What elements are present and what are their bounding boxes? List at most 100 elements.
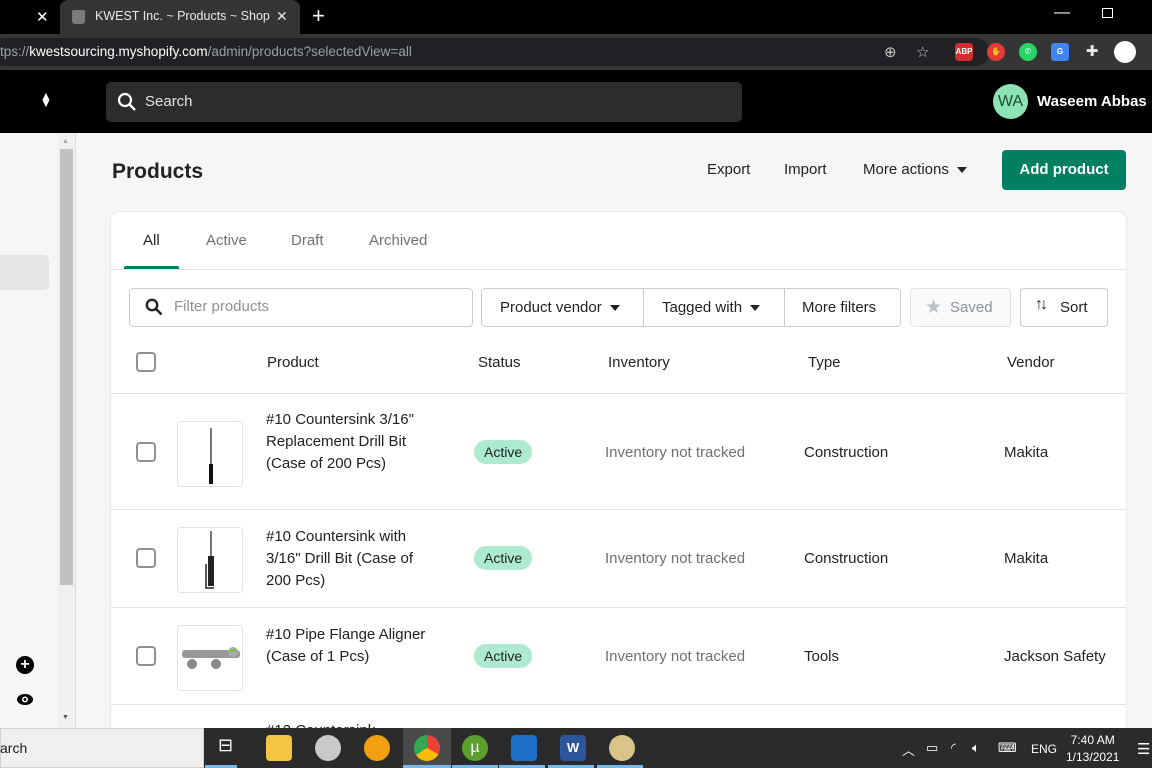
drill-bit-image-icon	[209, 428, 213, 484]
product-name-partial[interactable]: #12 Countersink	[266, 720, 375, 728]
zoom-icon[interactable]: ⊕	[884, 43, 897, 61]
product-name[interactable]: #10 Pipe Flange Aligner (Case of 1 Pcs)	[266, 624, 426, 668]
photos-icon[interactable]	[511, 735, 537, 761]
tabs-divider	[111, 269, 1126, 270]
inventory-value: Inventory not tracked	[605, 550, 746, 567]
chrome-icon[interactable]	[414, 735, 440, 761]
sort-label: Sort	[1060, 299, 1088, 316]
row-divider	[111, 509, 1126, 510]
close-icon[interactable]: ✕	[36, 8, 49, 26]
sidebar-item-products[interactable]	[0, 255, 49, 290]
close-tab-icon[interactable]: ✕	[276, 8, 288, 25]
row-checkbox[interactable]	[136, 442, 156, 462]
system-clock[interactable]: 7:40 AM 1/13/2021	[1066, 732, 1119, 766]
user-avatar[interactable]: WA	[993, 84, 1028, 119]
more-filters-button[interactable]: More filters	[802, 299, 876, 316]
product-vendor-filter[interactable]: Product vendor	[500, 299, 620, 316]
user-name[interactable]: Waseem Abbas	[1037, 93, 1147, 110]
task-view-icon[interactable]: ⊟	[218, 735, 244, 761]
scroll-up-arrow-icon[interactable]: ▲	[62, 138, 69, 145]
caret-down-icon	[750, 305, 761, 312]
row-divider	[111, 393, 1126, 394]
product-thumbnail[interactable]	[177, 421, 243, 487]
file-explorer-icon[interactable]	[266, 735, 292, 761]
tab-all[interactable]: All	[143, 232, 160, 249]
paint-icon[interactable]	[609, 735, 635, 761]
select-all-checkbox[interactable]	[136, 352, 156, 372]
store-switcher-icon[interactable]: ▲ ▼	[40, 90, 52, 109]
browser-tab-active[interactable]: KWEST Inc. ~ Products ~ Shopify ✕	[60, 0, 300, 34]
column-header-status[interactable]: Status	[478, 354, 521, 371]
column-header-inventory[interactable]: Inventory	[608, 354, 670, 371]
url-text[interactable]: tps://kwestsourcing.myshopify.com/admin/…	[0, 44, 412, 59]
shopify-icon	[72, 10, 85, 24]
eye-icon[interactable]	[16, 693, 34, 706]
product-name[interactable]: #10 Countersink 3/16" Replacement Drill …	[266, 409, 426, 475]
search-placeholder: Search	[145, 93, 193, 110]
tab-draft[interactable]: Draft	[291, 232, 324, 249]
column-header-product[interactable]: Product	[267, 354, 319, 371]
whatsapp-icon[interactable]: ✆	[1019, 43, 1037, 61]
row-checkbox[interactable]	[136, 646, 156, 666]
column-header-type[interactable]: Type	[808, 354, 841, 371]
row-checkbox[interactable]	[136, 548, 156, 568]
tab-title: KWEST Inc. ~ Products ~ Shopify	[95, 9, 270, 23]
minimize-button[interactable]: —	[1054, 4, 1070, 22]
import-button[interactable]: Import	[784, 161, 827, 178]
caret-down-icon	[956, 167, 967, 174]
extensions-puzzle-icon[interactable]: ✚	[1083, 43, 1101, 61]
export-button[interactable]: Export	[707, 161, 750, 178]
google-translate-icon[interactable]: G	[1051, 43, 1069, 61]
row-divider	[111, 607, 1126, 608]
word-icon[interactable]: W	[560, 735, 586, 761]
new-tab-button[interactable]: +	[312, 3, 325, 29]
tab-active[interactable]: Active	[206, 232, 247, 249]
snipping-tool-icon[interactable]	[315, 735, 341, 761]
volume-icon[interactable]: 🔈︎	[972, 740, 980, 756]
pipe-flange-aligner-image-icon	[182, 647, 240, 669]
saved-label: Saved	[950, 299, 993, 316]
status-badge: Active	[474, 440, 533, 464]
scrollbar-thumb[interactable]	[60, 149, 73, 585]
product-thumbnail[interactable]	[177, 527, 243, 593]
clock-date: 1/13/2021	[1066, 750, 1120, 764]
restore-button[interactable]	[1102, 8, 1113, 18]
type-value: Construction	[804, 444, 889, 461]
utorrent-icon[interactable]: µ	[462, 735, 488, 761]
product-vendor-label: Product vendor	[500, 299, 602, 316]
vendor-value: Jackson Safety	[1004, 648, 1106, 665]
weather-icon[interactable]	[364, 735, 390, 761]
filter-placeholder: Filter products	[174, 298, 270, 315]
type-value: Tools	[804, 648, 840, 665]
inventory-value: Inventory not tracked	[605, 648, 746, 665]
show-hidden-icons-chevron-icon[interactable]: ︿	[902, 740, 915, 759]
bookmark-star-icon[interactable]: ☆	[916, 43, 929, 61]
taskbar-search-text: arch	[0, 740, 28, 756]
tab-archived[interactable]: Archived	[369, 232, 427, 249]
global-search-input[interactable]	[106, 82, 742, 122]
wifi-icon[interactable]: ◜	[951, 740, 956, 756]
stop-hand-icon[interactable]: ✋	[987, 43, 1005, 61]
scroll-down-arrow-icon[interactable]: ▼	[62, 714, 69, 721]
profile-avatar-icon[interactable]	[1114, 41, 1136, 63]
tagged-with-filter[interactable]: Tagged with	[662, 299, 761, 316]
touch-keyboard-icon[interactable]: ⌨	[998, 740, 1017, 756]
add-sales-channel-icon[interactable]: +	[16, 656, 34, 674]
sidebar-nav	[0, 133, 58, 728]
search-icon	[117, 92, 136, 111]
language-indicator[interactable]: ENG	[1031, 742, 1057, 756]
status-badge: Active	[474, 546, 533, 570]
tagged-with-label: Tagged with	[662, 299, 743, 316]
taskbar-search-box[interactable]	[0, 728, 204, 768]
action-center-icon[interactable]: ☰	[1137, 740, 1150, 758]
column-header-vendor[interactable]: Vendor	[1007, 354, 1055, 371]
battery-icon[interactable]: ▭	[926, 740, 938, 756]
product-thumbnail[interactable]	[177, 625, 243, 691]
divider	[643, 289, 644, 326]
product-name[interactable]: #10 Countersink with 3/16" Drill Bit (Ca…	[266, 526, 426, 592]
vendor-value: Makita	[1004, 444, 1049, 461]
url-path: /admin/products?selectedView=all	[207, 44, 412, 59]
more-actions-button[interactable]: More actions	[863, 161, 967, 178]
add-product-button[interactable]: Add product	[1002, 150, 1126, 190]
adblock-icon[interactable]: ABP	[955, 43, 973, 61]
